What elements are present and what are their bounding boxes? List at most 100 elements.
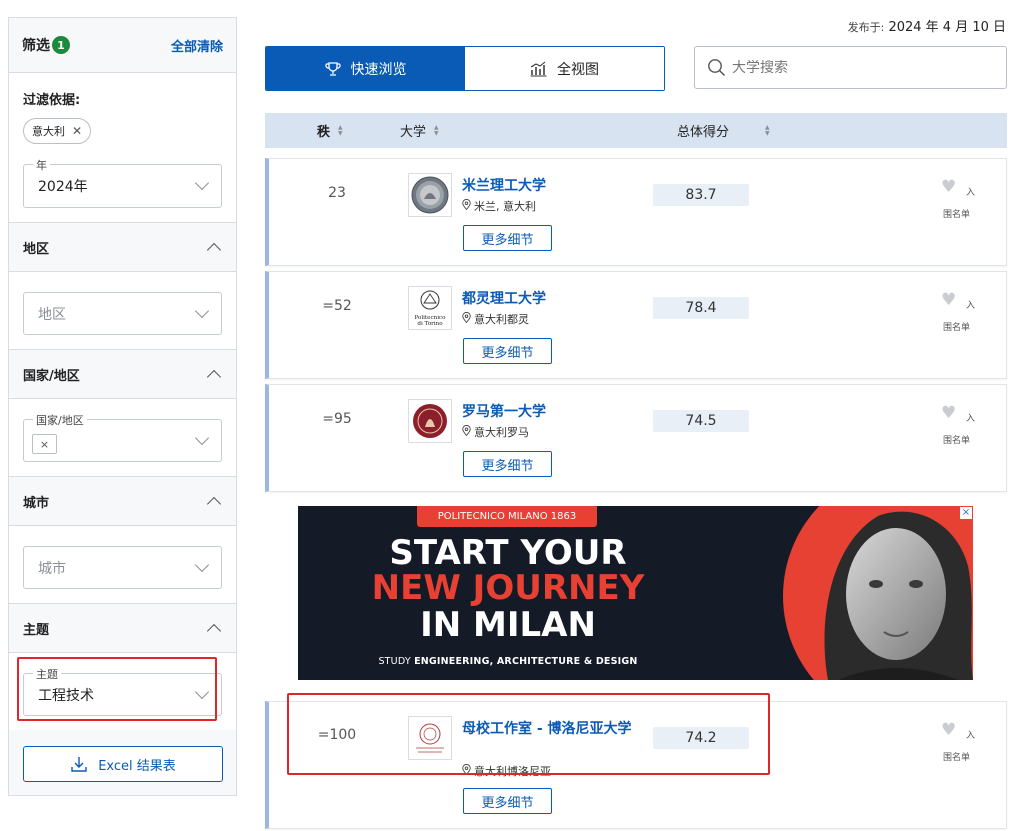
filter-title: 筛选 1 xyxy=(22,35,70,55)
quick-view-label: 快速浏览 xyxy=(350,61,407,78)
download-icon xyxy=(71,757,87,772)
overall-score: 83.7 xyxy=(653,184,749,206)
clear-all-link[interactable]: 全部清除 xyxy=(171,36,223,55)
region-select[interactable]: 地区 xyxy=(23,292,222,335)
region-section-title: 地区 xyxy=(23,241,50,257)
city-placeholder: 城市 xyxy=(38,560,66,577)
sort-icon[interactable]: ▲ ▼ xyxy=(338,124,343,137)
filter-sidebar: 筛选 1 全部清除 过滤依据: 意大利 ✕ 年 2024年 地区 地区 国家/地… xyxy=(8,17,237,796)
country-chip[interactable]: × xyxy=(32,434,57,454)
excel-download-button[interactable]: Excel 结果表 xyxy=(23,746,223,782)
year-value: 2024年 xyxy=(38,179,88,195)
chart-icon xyxy=(530,61,547,76)
subject-section-header[interactable]: 主题 xyxy=(9,604,236,653)
region-placeholder: 地区 xyxy=(38,306,66,323)
city-section-header[interactable]: 城市 xyxy=(9,477,236,526)
university-location: 意大利罗马 xyxy=(462,424,529,440)
polito-seal-icon: Politecnico di Torino xyxy=(414,290,446,327)
university-search[interactable] xyxy=(694,46,1007,89)
shortlist-button[interactable]: ♥ 入 围名单 xyxy=(941,403,981,447)
university-name-link[interactable]: 米兰理工大学 xyxy=(462,176,637,197)
location-pin-icon xyxy=(462,198,471,213)
rank-value: =95 xyxy=(322,411,352,427)
rank-value: 23 xyxy=(328,185,346,201)
shortlist-label-2: 围名单 xyxy=(943,210,971,220)
unibo-seal-icon xyxy=(416,723,444,753)
more-details-button[interactable]: 更多细节 xyxy=(463,338,552,364)
sapienza-seal-icon xyxy=(413,404,447,438)
year-select[interactable]: 年 2024年 xyxy=(23,157,222,208)
ad-headline-1: START YOUR xyxy=(389,533,627,573)
rank-value: =52 xyxy=(322,298,352,314)
university-name-link[interactable]: 罗马第一大学 xyxy=(462,402,637,423)
more-details-button[interactable]: 更多细节 xyxy=(463,225,552,251)
portrait-image xyxy=(824,511,973,680)
filter-by-block: 过滤依据: 意大利 ✕ 年 2024年 xyxy=(9,73,236,223)
chevron-up-icon[interactable] xyxy=(206,242,222,258)
full-view-label: 全视图 xyxy=(557,61,599,78)
ad-subline-bold: ENGINEERING, ARCHITECTURE & DESIGN xyxy=(414,656,638,667)
quick-view-button[interactable]: 快速浏览 xyxy=(266,47,465,90)
sort-icon[interactable]: ▲ ▼ xyxy=(434,124,439,137)
city-select[interactable]: 城市 xyxy=(23,546,222,589)
rank-column-header[interactable]: 秩 ▲ ▼ xyxy=(317,121,343,140)
close-icon[interactable]: × xyxy=(40,438,49,451)
more-details-button[interactable]: 更多细节 xyxy=(463,788,552,814)
country-section-body: 国家/地区 × xyxy=(9,399,236,477)
heart-icon[interactable]: ♥ xyxy=(941,290,956,310)
university-column-header[interactable]: 大学 ▲ ▼ xyxy=(400,121,439,140)
shortlist-label-1: 入 xyxy=(966,188,976,198)
shortlist-label-2: 围名单 xyxy=(943,753,971,763)
location-pin-icon xyxy=(462,311,471,326)
university-name-link[interactable]: 都灵理工大学 xyxy=(462,289,637,310)
university-logo xyxy=(408,173,452,217)
score-column-header[interactable]: 总体得分 ▲ ▼ xyxy=(677,121,770,140)
ad-close-icon[interactable]: × xyxy=(960,507,972,519)
shortlist-button[interactable]: ♥ 入 围名单 xyxy=(941,290,981,334)
chevron-up-icon[interactable] xyxy=(206,623,222,639)
university-name-link[interactable]: 母校工作室 - 博洛尼亚大学 xyxy=(462,719,637,740)
university-logo xyxy=(408,399,452,443)
full-view-button[interactable]: 全视图 xyxy=(465,47,664,90)
heart-icon[interactable]: ♥ xyxy=(941,720,956,740)
trophy-icon xyxy=(324,61,341,76)
chevron-down-icon xyxy=(194,175,210,191)
university-column-label: 大学 xyxy=(400,125,427,140)
chevron-up-icon[interactable] xyxy=(206,369,222,385)
heart-icon[interactable]: ♥ xyxy=(941,177,956,197)
location-pin-icon xyxy=(462,424,471,439)
shortlist-label-2: 围名单 xyxy=(943,323,971,333)
active-filter-chip-label: 意大利 xyxy=(32,125,65,138)
published-date: 发布于: 2024 年 4 月 10 日 xyxy=(848,16,1006,35)
shortlist-button[interactable]: ♥ 入 围名单 xyxy=(941,177,981,221)
search-input[interactable] xyxy=(732,59,992,76)
filter-count-badge: 1 xyxy=(52,36,70,54)
shortlist-label-1: 入 xyxy=(966,414,976,424)
country-section-title: 国家/地区 xyxy=(23,368,80,384)
chevron-down-icon xyxy=(194,430,210,446)
country-legend: 国家/地区 xyxy=(33,412,87,428)
region-section-header[interactable]: 地区 xyxy=(9,223,236,272)
country-select[interactable]: 国家/地区 × xyxy=(23,412,222,462)
subject-value: 工程技术 xyxy=(38,687,94,704)
heart-icon[interactable]: ♥ xyxy=(941,403,956,423)
remove-chip-icon[interactable]: ✕ xyxy=(72,124,82,138)
subject-select[interactable]: 主题 工程技术 xyxy=(23,666,222,716)
sort-icon[interactable]: ▲ ▼ xyxy=(765,124,770,137)
active-filter-chip[interactable]: 意大利 ✕ xyxy=(23,118,92,144)
country-section-header[interactable]: 国家/地区 xyxy=(9,350,236,399)
chevron-down-icon xyxy=(194,684,210,700)
shortlist-button[interactable]: ♥ 入 围名单 xyxy=(941,720,981,764)
subject-legend: 主题 xyxy=(33,666,61,682)
shortlist-label-1: 入 xyxy=(966,731,976,741)
score-column-label: 总体得分 xyxy=(677,125,730,140)
advertisement-banner[interactable]: POLITECNICO MILANO 1863 START YOUR NEW J… xyxy=(298,506,973,680)
shortlist-label-2: 围名单 xyxy=(943,436,971,446)
chevron-up-icon[interactable] xyxy=(206,496,222,512)
shortlist-label-1: 入 xyxy=(966,301,976,311)
ad-subline-prefix: STUDY xyxy=(378,656,415,667)
overall-score: 78.4 xyxy=(653,297,749,319)
subject-section-body: 主题 工程技术 xyxy=(9,653,236,730)
table-row: =52 Politecnico di Torino 都灵理工大学 意大利都灵 更… xyxy=(265,271,1007,379)
more-details-button[interactable]: 更多细节 xyxy=(463,451,552,477)
